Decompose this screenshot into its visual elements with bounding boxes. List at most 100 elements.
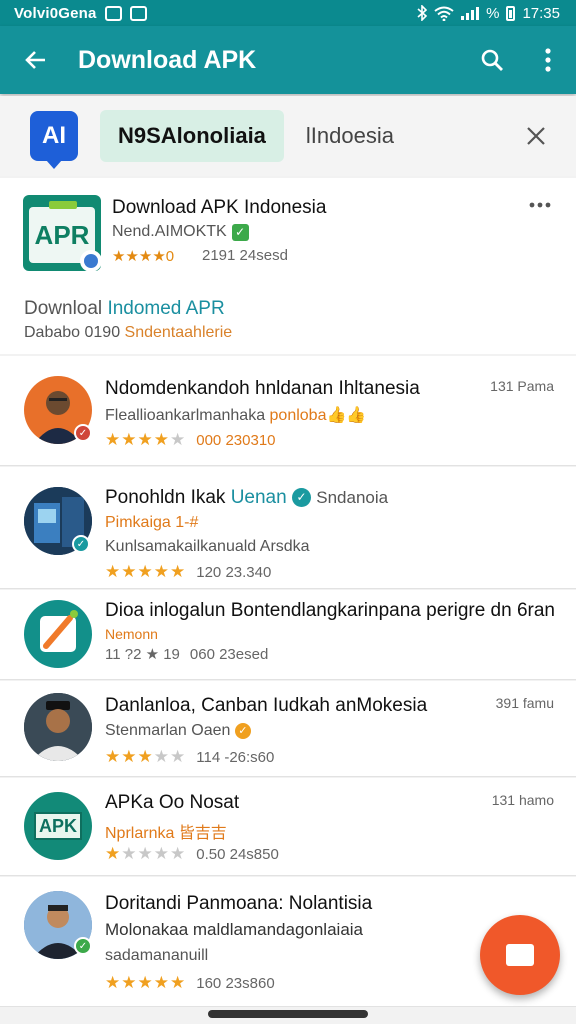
star-empty-icon: ★ xyxy=(170,747,187,766)
star-filled-icon: ★ xyxy=(121,973,138,992)
item-meta-text: 000 230310 xyxy=(196,431,276,449)
item-title: Ndomdenkandoh hnldanan Ihltanesia xyxy=(105,378,420,399)
app-bar: Download APK xyxy=(0,26,576,94)
status-bar: Volvi0Gena % 17:35 xyxy=(0,0,576,26)
item-meta-text: 160 23s860 xyxy=(196,974,275,992)
star-rating: ★★★★★ xyxy=(105,973,186,993)
list-item[interactable]: Danlanloa, Canban Iudkah anMokesia Stenm… xyxy=(0,681,576,777)
featured-desc-highlight[interactable]: Indomed APR xyxy=(107,298,224,319)
wifi-icon xyxy=(434,6,454,21)
star-empty-icon: ★ xyxy=(170,430,187,449)
star-filled-icon: ★ xyxy=(137,430,154,449)
item-side-label: 391 famu xyxy=(495,695,554,711)
star-filled-icon: ★ xyxy=(105,844,122,863)
star-filled-icon: ★ xyxy=(153,562,170,581)
status-badge: ✓ xyxy=(74,424,92,442)
clear-search-button[interactable] xyxy=(496,106,576,166)
featured-detail: Dababo 0190 Sndentaahlerie xyxy=(24,324,232,342)
item-meta-text: 120 23.340 xyxy=(196,563,272,581)
featured-icon-text: APR xyxy=(34,219,90,250)
star-empty-icon: ★ xyxy=(137,844,154,863)
item-subtitle-prefix: Fleallioankarlmanhaka xyxy=(105,407,270,424)
item-title-highlight: Uenan xyxy=(230,487,287,508)
item-side-label: 131 Pama xyxy=(490,378,554,394)
featured-more-button[interactable] xyxy=(528,196,552,214)
verified-icon: ✓ xyxy=(291,488,311,508)
verified-icon: ✓ xyxy=(231,223,249,241)
item-title-suffix: Sndanoia xyxy=(316,488,389,507)
list-item[interactable]: APK APKa Oo Nosat Nprlarnka 皆吉吉 ★★★★★ 0.… xyxy=(0,778,576,876)
notification-icon xyxy=(129,5,147,21)
item-subtitle-highlight: ponloba xyxy=(269,407,327,424)
featured-publisher-row: Nend.AIMOKTK ✓ xyxy=(112,223,249,241)
item-meta-text: 060 23esed xyxy=(189,645,269,663)
search-icon xyxy=(481,49,503,71)
star-filled-icon: ★ xyxy=(170,973,187,992)
back-arrow-icon xyxy=(25,51,45,69)
featured-rating: ★★★★0 xyxy=(112,248,175,265)
item-side-label: 131 hamo xyxy=(491,792,554,808)
star-rating: ★★★★★ xyxy=(105,844,186,864)
star-empty-icon: ★ xyxy=(153,747,170,766)
item-subtitle: Nemonn xyxy=(105,626,158,642)
search-query[interactable]: lIndoesia xyxy=(306,123,496,149)
item-subtitle-2: Kunlsamakailkanuald Arsdka xyxy=(105,538,310,555)
item-subtitle: Nprlarnka 皆吉吉 xyxy=(105,825,227,842)
verified-icon: ✓ xyxy=(234,722,251,739)
featured-title: Download APK Indonesia xyxy=(112,197,327,218)
item-meta-text: 114 -26:s60 xyxy=(196,748,275,766)
more-horiz-icon xyxy=(529,202,551,208)
filter-chip[interactable]: N9SAlonoliaia xyxy=(100,110,284,162)
back-button[interactable] xyxy=(0,26,72,94)
featured-publisher: Nend.AIMOKTK xyxy=(112,223,227,240)
overflow-menu-button[interactable] xyxy=(520,26,576,94)
shield-icon xyxy=(80,250,102,272)
signal-icon xyxy=(461,6,480,20)
featured-app-card[interactable]: APR Download APK Indonesia Nend.AIMOKTK … xyxy=(0,178,576,354)
star-filled-icon: ★ xyxy=(137,747,154,766)
star-filled-icon: ★ xyxy=(105,747,122,766)
home-indicator[interactable] xyxy=(208,1010,368,1018)
star-empty-icon: ★ xyxy=(170,844,187,863)
close-icon xyxy=(527,127,545,145)
featured-desc-prefix: Downloal xyxy=(24,298,108,319)
featured-count: 2191 24sesd xyxy=(202,247,288,264)
star-empty-icon: ★ xyxy=(121,844,138,863)
item-meta: 11 ?2 ★ 19 060 23esed xyxy=(105,645,269,664)
item-title: Danlanloa, Canban Iudkah anMokesia xyxy=(105,695,428,716)
star-filled-icon: ★ xyxy=(105,562,122,581)
star-empty-icon: ★ xyxy=(153,844,170,863)
item-meta: ★★★★★ 0.50 24s850 xyxy=(105,844,279,864)
item-meta: ★★★★★ 160 23s860 xyxy=(105,973,275,993)
bluetooth-icon xyxy=(417,5,428,21)
avatar: APK xyxy=(24,792,92,860)
clock: 17:35 xyxy=(522,4,560,22)
app-logo-text: AI xyxy=(42,122,66,149)
item-subtitle: Fleallioankarlmanhaka ponloba👍👍 xyxy=(105,405,366,425)
status-badge: ✓ xyxy=(72,535,90,553)
chat-button[interactable] xyxy=(480,915,560,995)
page-title: Download APK xyxy=(78,45,257,74)
star-filled-icon: ★ xyxy=(121,430,138,449)
list-item[interactable]: Dioa inlogalun Bontendlangkarinpana peri… xyxy=(0,590,576,680)
status-badge: ✓ xyxy=(74,937,92,955)
star-rating: ★★★★★ xyxy=(105,562,186,582)
chat-icon xyxy=(506,944,534,966)
item-meta-prefix: 11 ?2 ★ 19 xyxy=(105,646,180,663)
app-logo: AI xyxy=(30,111,78,169)
item-title: Ponohldn Ikak Uenan ✓ Sndanoia xyxy=(105,487,388,509)
item-subtitle: Pimkaiga 1-# xyxy=(105,514,199,531)
featured-description: Downloal Indomed APR xyxy=(24,298,225,320)
item-title: Doritandi Panmoana: Nolantisia xyxy=(105,893,373,914)
item-title: Dioa inlogalun Bontendlangkarinpana peri… xyxy=(105,600,555,621)
search-button[interactable] xyxy=(464,26,520,94)
item-subtitle-text: Stenmarlan Oaen xyxy=(105,722,231,739)
list-item[interactable]: ✓ Ponohldn Ikak Uenan ✓ Sndanoia Pimkaig… xyxy=(0,467,576,589)
star-filled-icon: ★ xyxy=(121,747,138,766)
star-filled-icon: ★ xyxy=(105,430,122,449)
item-meta: ★★★★★ 114 -26:s60 xyxy=(105,747,274,767)
star-filled-icon: ★ xyxy=(105,973,122,992)
star-filled-icon: ★ xyxy=(121,562,138,581)
list-item[interactable]: ✓ Ndomdenkandoh hnldanan Ihltanesia Flea… xyxy=(0,356,576,466)
apk-icon-text: APK xyxy=(34,812,82,840)
